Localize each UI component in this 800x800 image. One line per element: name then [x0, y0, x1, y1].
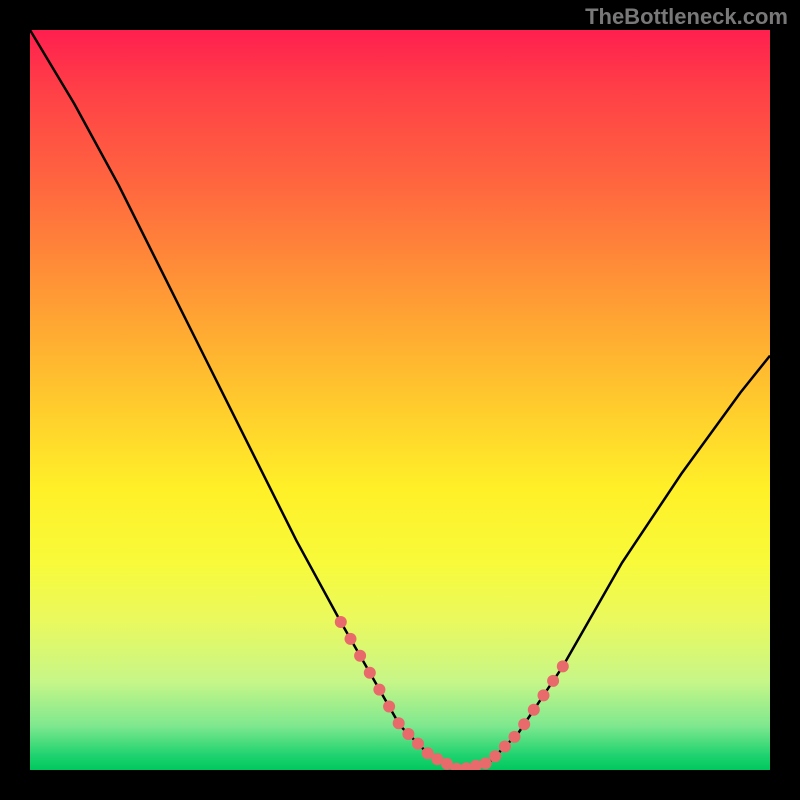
curve-dot: [489, 750, 501, 762]
curve-dot: [373, 684, 385, 696]
chart-container: TheBottleneck.com: [0, 0, 800, 800]
curve-dot: [364, 667, 376, 679]
watermark-text: TheBottleneck.com: [585, 4, 788, 30]
curve-dot: [557, 660, 569, 672]
curve-path: [30, 30, 770, 770]
curve-dot: [402, 728, 414, 740]
curve-dot: [538, 689, 550, 701]
curve-dot: [547, 675, 559, 687]
curve-dot: [412, 738, 424, 750]
curve-svg: [30, 30, 770, 770]
curve-dot: [518, 718, 530, 730]
curve-dot: [480, 757, 492, 769]
dotted-region: [335, 616, 569, 770]
curve-dot: [383, 701, 395, 713]
curve-dot: [345, 633, 357, 645]
curve-dot: [393, 717, 405, 729]
curve-dot: [335, 616, 347, 628]
plot-area: [30, 30, 770, 770]
curve-dot: [528, 704, 540, 716]
curve-dot: [509, 731, 521, 743]
curve-dot: [499, 741, 511, 753]
curve-dot: [354, 650, 366, 662]
